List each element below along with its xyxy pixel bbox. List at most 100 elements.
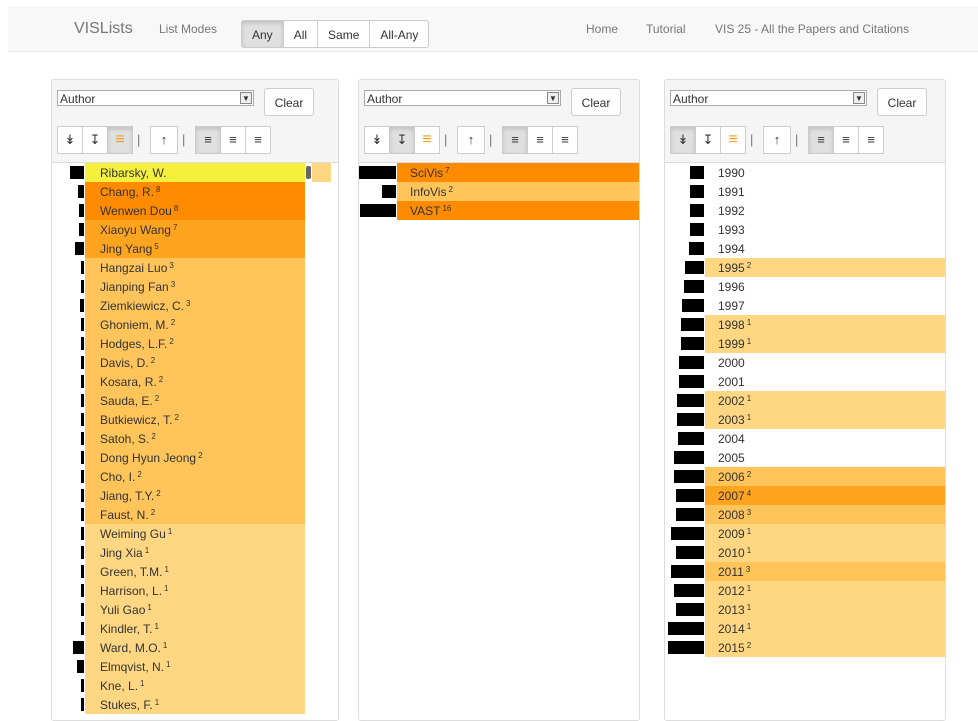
align-center-icon[interactable]: ≡ <box>220 126 246 154</box>
list-item[interactable]: 2015 2 <box>665 638 945 657</box>
list-item[interactable]: Elmqvist, N. 1 <box>52 657 338 676</box>
bars-icon[interactable]: ≡ <box>107 126 133 154</box>
list-item[interactable]: Ward, M.O. 1 <box>52 638 338 657</box>
attribute-select[interactable]: Author ▼ <box>57 90 254 106</box>
align-right-icon[interactable]: ≡ <box>245 126 271 154</box>
list-item[interactable]: 2001 <box>665 372 945 391</box>
list-item[interactable]: Kindler, T. 1 <box>52 619 338 638</box>
list-item[interactable]: Hodges, L.F. 2 <box>52 334 338 353</box>
list-item[interactable]: Yuli Gao 1 <box>52 600 338 619</box>
list-item[interactable]: SciVis 7 <box>359 163 639 182</box>
align-center-icon[interactable]: ≡ <box>527 126 553 154</box>
list-item[interactable]: 2010 1 <box>665 543 945 562</box>
list-item[interactable]: Chang, R. 8 <box>52 182 338 201</box>
arrow-up-icon[interactable]: ↑ <box>457 126 485 154</box>
list-item[interactable]: 2007 4 <box>665 486 945 505</box>
list-item[interactable]: 2011 3 <box>665 562 945 581</box>
list-item[interactable]: Ribarsky, W. <box>52 163 338 182</box>
list-item[interactable]: 2000 <box>665 353 945 372</box>
align-left-icon[interactable]: ≡ <box>502 126 528 154</box>
list-item[interactable]: Ziemkiewicz, C. 3 <box>52 296 338 315</box>
nav-tutorial-link[interactable]: Tutorial <box>646 22 686 36</box>
bars-icon[interactable]: ≡ <box>414 126 440 154</box>
mode-any-button[interactable]: Any <box>241 20 284 48</box>
list-item[interactable]: Jing Xia 1 <box>52 543 338 562</box>
list-item[interactable]: 1994 <box>665 239 945 258</box>
list-item[interactable]: Harrison, L. 1 <box>52 581 338 600</box>
list-item[interactable]: 1995 2 <box>665 258 945 277</box>
sort-frequency-icon[interactable]: ↧ <box>389 126 415 154</box>
list-item[interactable]: Hangzai Luo 3 <box>52 258 338 277</box>
chevron-down-icon[interactable]: ▼ <box>853 92 865 104</box>
list-item[interactable]: InfoVis 2 <box>359 182 639 201</box>
align-right-icon[interactable]: ≡ <box>858 126 884 154</box>
sort-numeric-icon[interactable]: ↡ <box>364 126 390 154</box>
list-item[interactable]: Butkiewicz, T. 2 <box>52 410 338 429</box>
mode-all-button[interactable]: All <box>282 20 319 48</box>
list-item[interactable]: 2004 <box>665 429 945 448</box>
item-label-text: Chang, R. <box>100 185 155 199</box>
chevron-down-icon[interactable]: ▼ <box>240 92 252 104</box>
attribute-select[interactable]: Author ▼ <box>670 90 867 106</box>
sort-frequency-icon[interactable]: ↧ <box>82 126 108 154</box>
scrollbar-thumb[interactable] <box>306 166 311 179</box>
align-right-icon[interactable]: ≡ <box>552 126 578 154</box>
item-label-text: Elmqvist, N. <box>100 660 165 674</box>
list-item[interactable]: 2003 1 <box>665 410 945 429</box>
list-item[interactable]: Cho, I. 2 <box>52 467 338 486</box>
list-item[interactable]: 1993 <box>665 220 945 239</box>
nav-home-link[interactable]: Home <box>586 22 618 36</box>
list-item[interactable]: Wenwen Dou 8 <box>52 201 338 220</box>
list-item[interactable]: Davis, D. 2 <box>52 353 338 372</box>
list-item[interactable]: Stukes, F. 1 <box>52 695 338 714</box>
list-item[interactable]: 1996 <box>665 277 945 296</box>
mode-same-button[interactable]: Same <box>317 20 371 48</box>
list-item[interactable]: Jianping Fan 3 <box>52 277 338 296</box>
list-item[interactable]: Kne, L. 1 <box>52 676 338 695</box>
sort-frequency-icon[interactable]: ↧ <box>695 126 721 154</box>
list-item[interactable]: 1990 <box>665 163 945 182</box>
list-item[interactable]: 1992 <box>665 201 945 220</box>
list-item[interactable]: 2008 3 <box>665 505 945 524</box>
list-item[interactable]: Green, T.M. 1 <box>52 562 338 581</box>
list-item[interactable]: 2002 1 <box>665 391 945 410</box>
sort-numeric-icon[interactable]: ↡ <box>670 126 696 154</box>
list-item[interactable]: 1991 <box>665 182 945 201</box>
align-center-icon[interactable]: ≡ <box>833 126 859 154</box>
clear-button[interactable]: Clear <box>264 88 314 116</box>
item-label: 2000 <box>718 356 745 370</box>
chevron-down-icon[interactable]: ▼ <box>547 92 559 104</box>
list-item[interactable]: Sauda, E. 2 <box>52 391 338 410</box>
list-item[interactable]: 2014 1 <box>665 619 945 638</box>
list-item[interactable]: Faust, N. 2 <box>52 505 338 524</box>
bars-icon[interactable]: ≡ <box>720 126 746 154</box>
nav-vis25-link[interactable]: VIS 25 - All the Papers and Citations <box>715 22 909 36</box>
arrow-up-icon[interactable]: ↑ <box>763 126 791 154</box>
brand-logo[interactable]: VISLists <box>74 20 133 38</box>
list-item[interactable]: 2005 <box>665 448 945 467</box>
list-item[interactable]: 2012 1 <box>665 581 945 600</box>
list-item[interactable]: Ghoniem, M. 2 <box>52 315 338 334</box>
clear-button[interactable]: Clear <box>877 88 927 116</box>
list-item[interactable]: 2013 1 <box>665 600 945 619</box>
list-item[interactable]: 1999 1 <box>665 334 945 353</box>
mode-all-any-button[interactable]: All-Any <box>369 20 430 48</box>
clear-button[interactable]: Clear <box>571 88 621 116</box>
list-item[interactable]: Weiming Gu 1 <box>52 524 338 543</box>
list-item[interactable]: Xiaoyu Wang 7 <box>52 220 338 239</box>
list-item[interactable]: 1998 1 <box>665 315 945 334</box>
sort-numeric-icon[interactable]: ↡ <box>57 126 83 154</box>
list-item[interactable]: 2006 2 <box>665 467 945 486</box>
list-item[interactable]: VAST 16 <box>359 201 639 220</box>
align-left-icon[interactable]: ≡ <box>195 126 221 154</box>
attribute-select[interactable]: Author ▼ <box>364 90 561 106</box>
list-item[interactable]: 1997 <box>665 296 945 315</box>
align-left-icon[interactable]: ≡ <box>808 126 834 154</box>
list-item[interactable]: Satoh, S. 2 <box>52 429 338 448</box>
arrow-up-icon[interactable]: ↑ <box>150 126 178 154</box>
list-item[interactable]: Jing Yang 5 <box>52 239 338 258</box>
list-item[interactable]: Kosara, R. 2 <box>52 372 338 391</box>
list-item[interactable]: Jiang, T.Y. 2 <box>52 486 338 505</box>
list-item[interactable]: Dong Hyun Jeong 2 <box>52 448 338 467</box>
list-item[interactable]: 2009 1 <box>665 524 945 543</box>
